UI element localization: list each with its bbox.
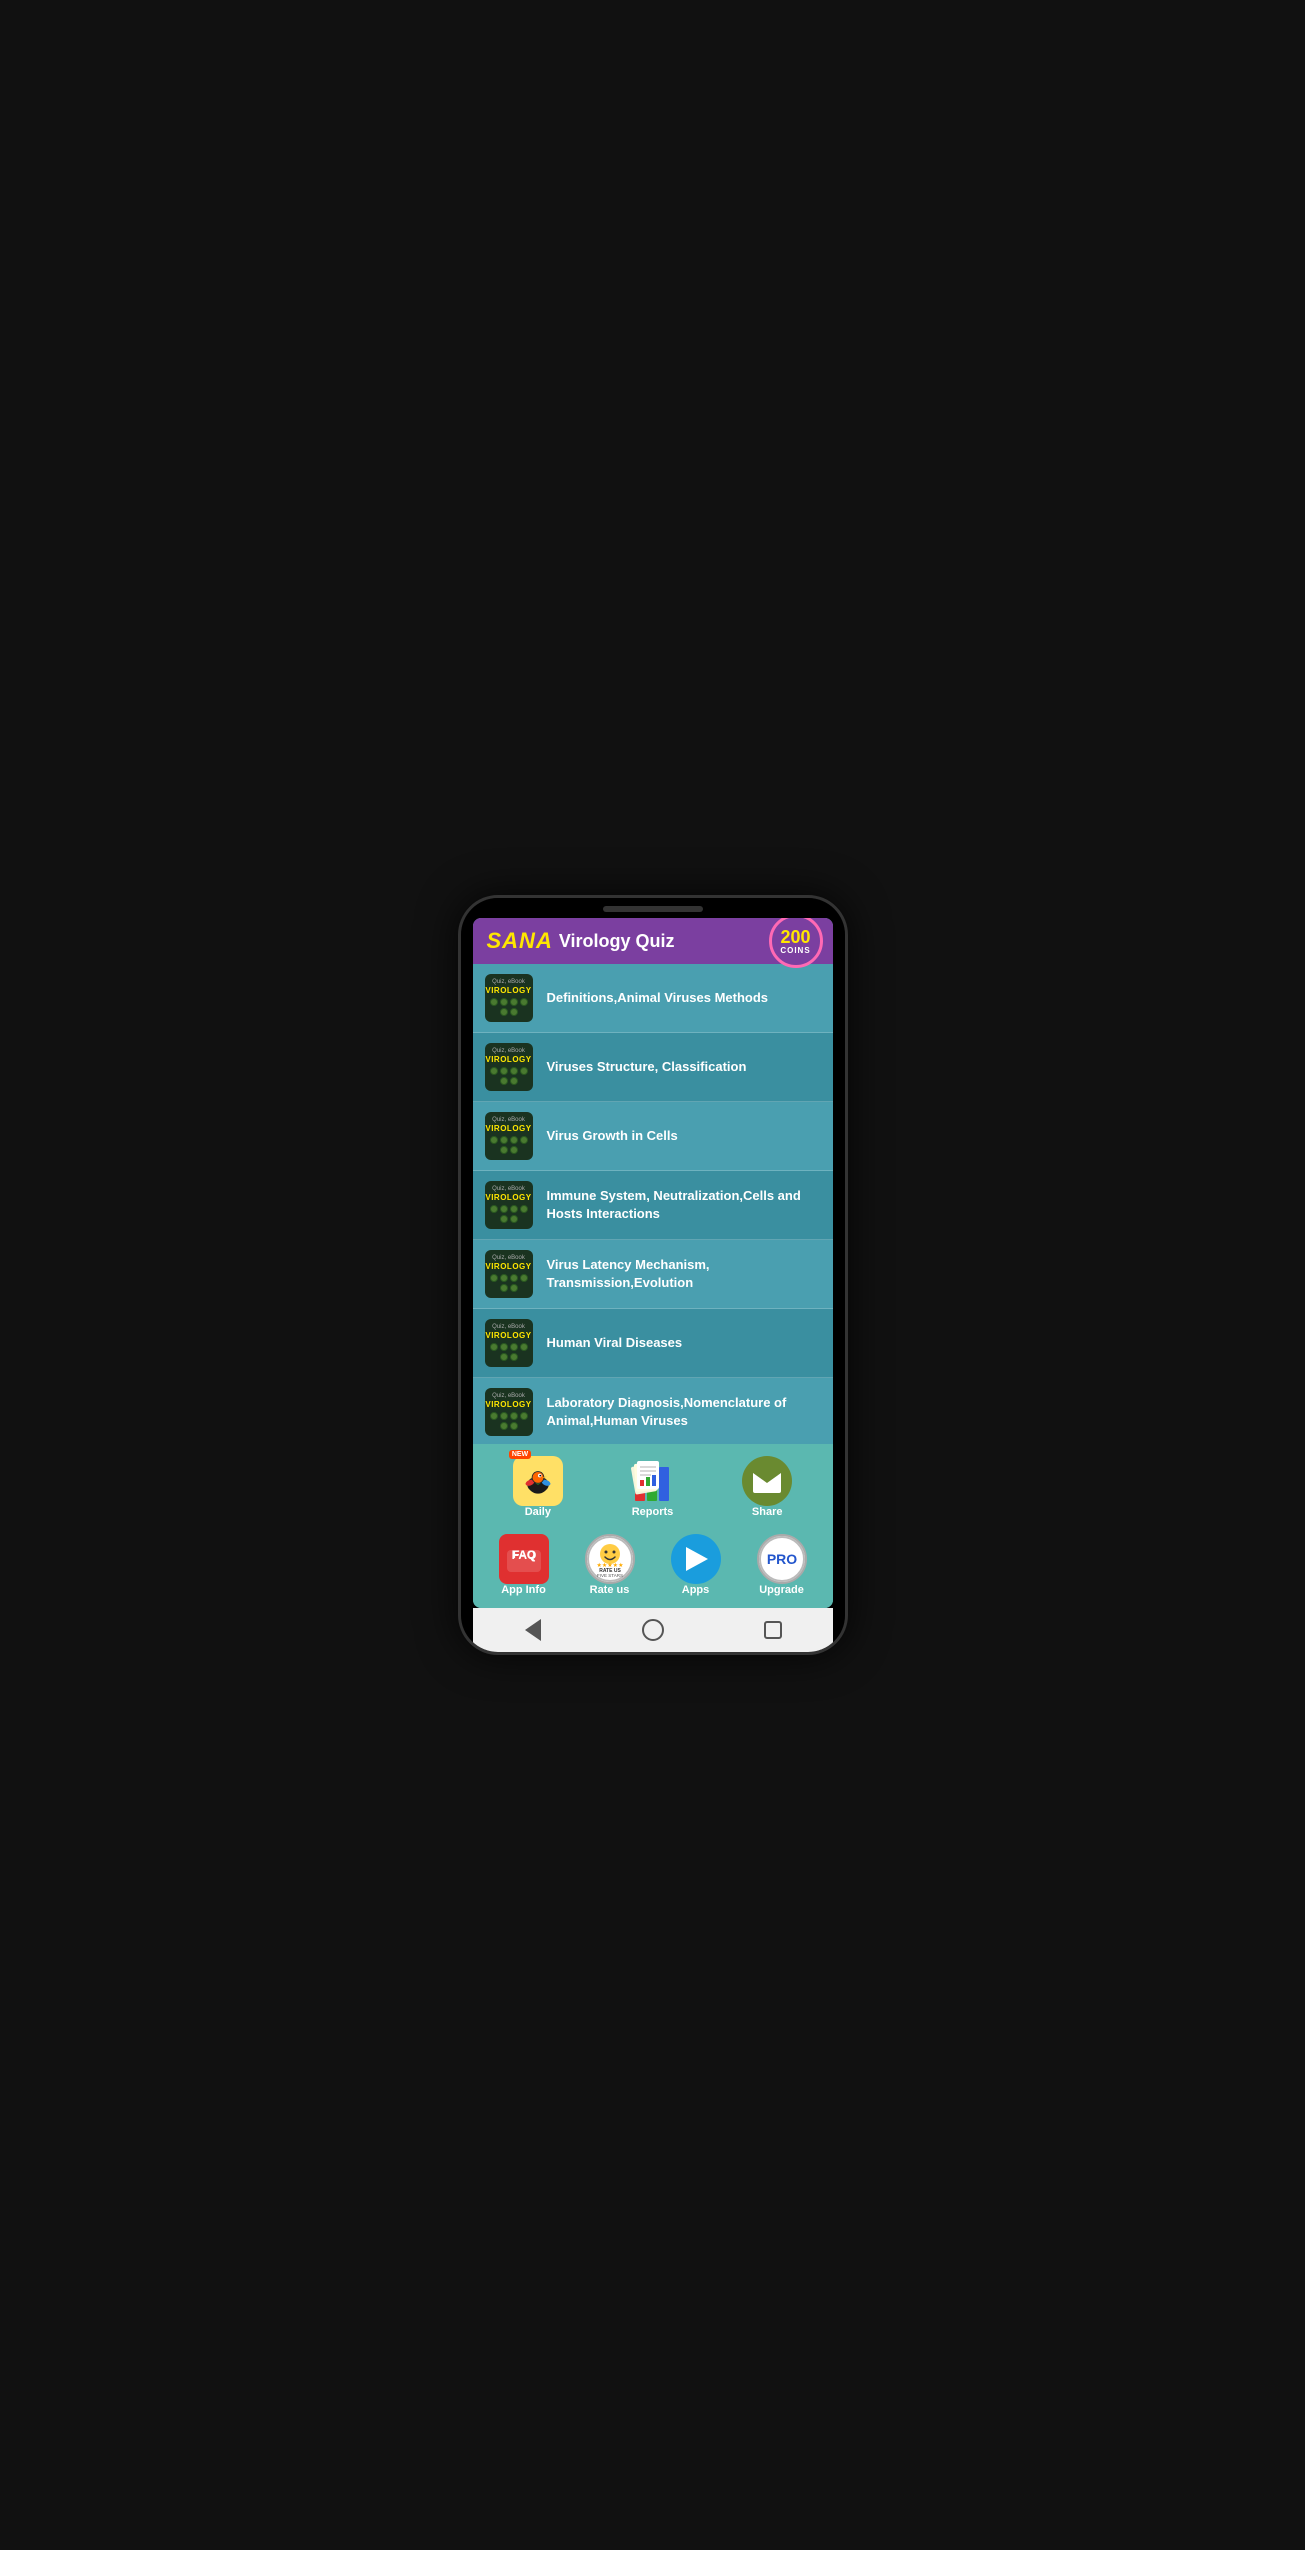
home-button[interactable] bbox=[640, 1617, 666, 1643]
quiz-icon-7: Quiz, eBook VIROLOGY bbox=[485, 1388, 533, 1436]
phone-screen: SANA Virology Quiz 200 COINS Quiz, eBook… bbox=[461, 898, 845, 1652]
quiz-icon-3: Quiz, eBook VIROLOGY bbox=[485, 1112, 533, 1160]
phone-frame: SANA Virology Quiz 200 COINS Quiz, eBook… bbox=[458, 895, 848, 1655]
menu-item-share[interactable]: Share bbox=[710, 1452, 825, 1522]
quiz-item-7[interactable]: Quiz, eBook VIROLOGY Laboratory Diagnosi… bbox=[473, 1378, 833, 1444]
quiz-icon-4: Quiz, eBook VIROLOGY bbox=[485, 1181, 533, 1229]
new-badge: NEW bbox=[509, 1450, 531, 1459]
quiz-item-2[interactable]: Quiz, eBook VIROLOGY Viruses Structure, … bbox=[473, 1033, 833, 1102]
quiz-text-1: Definitions,Animal Viruses Methods bbox=[547, 989, 769, 1007]
sana-logo: SANA bbox=[487, 928, 553, 954]
pro-svg: PRO bbox=[759, 1536, 805, 1582]
quiz-item-6[interactable]: Quiz, eBook VIROLOGY Human Viral Disease… bbox=[473, 1309, 833, 1378]
reports-svg bbox=[629, 1457, 677, 1505]
rateus-svg: RATE US FIVE STARS ★★★★★ bbox=[587, 1536, 633, 1582]
quiz-icon-2: Quiz, eBook VIROLOGY bbox=[485, 1043, 533, 1091]
faq-svg: FAQ FAQ bbox=[503, 1538, 545, 1580]
phone-notch bbox=[603, 906, 703, 912]
daily-icon: NEW bbox=[513, 1456, 563, 1506]
quiz-list: Quiz, eBook VIROLOGY Definitions,Animal … bbox=[473, 964, 833, 1444]
app-container: SANA Virology Quiz 200 COINS Quiz, eBook… bbox=[473, 918, 833, 1608]
apps-icon bbox=[671, 1534, 721, 1584]
menu-item-rate-us[interactable]: RATE US FIVE STARS ★★★★★ Rate us bbox=[567, 1530, 653, 1600]
faq-icon: FAQ FAQ bbox=[499, 1534, 549, 1584]
bottom-row-1: NEW bbox=[473, 1448, 833, 1526]
quiz-item-3[interactable]: Quiz, eBook VIROLOGY Virus Growth in Cel… bbox=[473, 1102, 833, 1171]
quiz-text-5: Virus Latency Mechanism, Transmission,Ev… bbox=[547, 1256, 821, 1292]
menu-item-daily[interactable]: NEW bbox=[481, 1452, 596, 1522]
rate-us-icon: RATE US FIVE STARS ★★★★★ bbox=[585, 1534, 635, 1584]
app-title: Virology Quiz bbox=[559, 931, 675, 952]
quiz-text-7: Laboratory Diagnosis,Nomenclature of Ani… bbox=[547, 1394, 821, 1430]
quiz-icon-6: Quiz, eBook VIROLOGY bbox=[485, 1319, 533, 1367]
svg-text:FAQ: FAQ bbox=[511, 1548, 536, 1562]
reports-label: Reports bbox=[632, 1506, 674, 1518]
quiz-text-6: Human Viral Diseases bbox=[547, 1334, 683, 1352]
quiz-icon-1: Quiz, eBook VIROLOGY bbox=[485, 974, 533, 1022]
header-title-row: SANA Virology Quiz bbox=[487, 928, 675, 954]
coins-label: COINS bbox=[780, 946, 810, 955]
back-button[interactable] bbox=[520, 1617, 546, 1643]
daily-label: Daily bbox=[525, 1506, 551, 1518]
share-label: Share bbox=[752, 1506, 783, 1518]
svg-text:★★★★★: ★★★★★ bbox=[596, 1562, 623, 1569]
reports-icon bbox=[628, 1456, 678, 1506]
quiz-item-1[interactable]: Quiz, eBook VIROLOGY Definitions,Animal … bbox=[473, 964, 833, 1033]
svg-text:FIVE STARS: FIVE STARS bbox=[597, 1573, 623, 1578]
app-header: SANA Virology Quiz 200 COINS bbox=[473, 918, 833, 964]
quiz-icon-5: Quiz, eBook VIROLOGY bbox=[485, 1250, 533, 1298]
quiz-text-3: Virus Growth in Cells bbox=[547, 1127, 678, 1145]
pro-icon: PRO bbox=[757, 1534, 807, 1584]
recent-button[interactable] bbox=[760, 1617, 786, 1643]
nav-bar bbox=[473, 1608, 833, 1652]
apps-label: Apps bbox=[682, 1584, 710, 1596]
quiz-text-2: Viruses Structure, Classification bbox=[547, 1058, 747, 1076]
coins-number: 200 bbox=[780, 928, 810, 946]
quiz-item-5[interactable]: Quiz, eBook VIROLOGY Virus Latency Mecha… bbox=[473, 1240, 833, 1309]
rate-us-label: Rate us bbox=[590, 1584, 630, 1596]
bottom-row-2: FAQ FAQ App Info bbox=[473, 1526, 833, 1604]
upgrade-label: Upgrade bbox=[759, 1584, 804, 1596]
recent-icon bbox=[764, 1621, 782, 1639]
svg-text:PRO: PRO bbox=[766, 1551, 796, 1567]
back-icon bbox=[525, 1619, 541, 1641]
menu-item-reports[interactable]: Reports bbox=[595, 1452, 710, 1522]
share-icon bbox=[742, 1456, 792, 1506]
quiz-item-4[interactable]: Quiz, eBook VIROLOGY Immune System, Neut… bbox=[473, 1171, 833, 1240]
home-icon bbox=[642, 1619, 664, 1641]
apps-svg bbox=[680, 1543, 712, 1575]
menu-item-upgrade[interactable]: PRO Upgrade bbox=[739, 1530, 825, 1600]
share-svg bbox=[751, 1465, 783, 1497]
menu-item-app-info[interactable]: FAQ FAQ App Info bbox=[481, 1530, 567, 1600]
coins-badge[interactable]: 200 COINS bbox=[769, 918, 823, 968]
quiz-text-4: Immune System, Neutralization,Cells and … bbox=[547, 1187, 821, 1223]
menu-item-apps[interactable]: Apps bbox=[653, 1530, 739, 1600]
app-info-label: App Info bbox=[501, 1584, 546, 1596]
bottom-menu: NEW bbox=[473, 1444, 833, 1608]
bird-icon bbox=[520, 1463, 556, 1499]
